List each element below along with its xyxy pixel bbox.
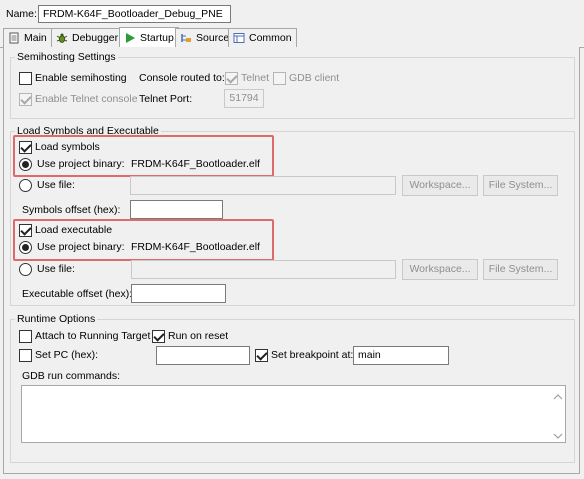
runtime-options-title: Runtime Options [15,312,98,326]
set-pc-label: Set PC (hex): [35,349,99,361]
name-label: Name: [6,8,37,20]
semihosting-title: Semihosting Settings [15,50,118,64]
run-on-reset-label: Run on reset [168,330,229,342]
symbols-workspace-button[interactable]: Workspace... [402,175,478,196]
telnet-port-label: Telnet Port: [139,93,193,105]
gdb-run-commands-label: GDB run commands: [22,370,121,382]
set-pc-checkbox[interactable] [19,349,32,362]
symbols-use-file-radio[interactable] [19,179,32,192]
executable-offset-input[interactable] [131,284,226,303]
main-page-icon [8,32,20,44]
load-executable-checkbox[interactable] [19,224,32,237]
executable-use-project-binary-label: Use project binary: [37,241,125,253]
executable-use-file-radio[interactable] [19,263,32,276]
tab-common-label: Common [249,32,292,44]
symbols-use-project-binary-label: Use project binary: [37,158,125,170]
common-icon [233,32,245,44]
tab-source-label: Source [196,32,230,44]
symbols-filesystem-button[interactable]: File System... [483,175,558,196]
scroll-up-arrow-icon[interactable] [553,391,563,403]
semihosting-group [10,57,575,119]
gdb-client-checkbox[interactable] [273,72,286,85]
set-breakpoint-checkbox[interactable] [255,349,268,362]
tab-debugger-label: Debugger [72,32,119,44]
load-symbols-checkbox[interactable] [19,141,32,154]
telnet-checkbox[interactable] [225,72,238,85]
tab-common[interactable]: Common [228,28,297,47]
source-icon [180,32,192,44]
scroll-down-arrow-icon[interactable] [553,430,563,442]
symbols-offset-input[interactable] [130,200,223,219]
executable-offset-label: Executable offset (hex): [22,288,133,300]
console-routed-label: Console routed to: [139,72,225,84]
tab-main-label: Main [24,32,47,44]
configuration-name-input[interactable]: FRDM-K64F_Bootloader_Debug_PNE [38,5,231,23]
tab-startup-label: Startup [140,32,174,44]
tab-startup[interactable]: Startup [119,27,179,48]
enable-telnet-console-checkbox[interactable] [19,93,32,106]
executable-workspace-button[interactable]: Workspace... [402,259,478,280]
breakpoint-input[interactable]: main [353,346,449,365]
symbols-project-binary-value: FRDM-K64F_Bootloader.elf [131,158,260,170]
load-executable-label: Load executable [35,224,113,236]
attach-running-target-checkbox[interactable] [19,330,32,343]
gdb-commands-scrollbar[interactable] [551,386,565,442]
telnet-port-input[interactable]: 51794 [224,89,264,108]
set-breakpoint-label: Set breakpoint at: [271,349,354,361]
tab-main[interactable]: Main [3,28,52,47]
executable-use-project-binary-radio[interactable] [19,241,32,254]
gdb-client-label: GDB client [289,72,340,84]
enable-telnet-console-label: Enable Telnet console [35,93,138,105]
executable-filesystem-button[interactable]: File System... [483,259,558,280]
run-on-reset-checkbox[interactable] [152,330,165,343]
debugger-bug-icon [56,32,68,44]
executable-file-input[interactable] [131,260,396,279]
attach-running-target-label: Attach to Running Target [35,330,151,342]
executable-use-file-label: Use file: [37,263,75,275]
enable-semihosting-label: Enable semihosting [35,72,127,84]
symbols-use-project-binary-radio[interactable] [19,158,32,171]
tab-debugger[interactable]: Debugger [51,28,124,47]
enable-semihosting-checkbox[interactable] [19,72,32,85]
executable-project-binary-value: FRDM-K64F_Bootloader.elf [131,241,260,253]
load-symbols-label: Load symbols [35,141,100,153]
set-pc-input[interactable] [156,346,250,365]
symbols-offset-label: Symbols offset (hex): [22,204,121,216]
startup-play-icon [124,32,136,44]
telnet-label: Telnet [241,72,270,84]
symbols-use-file-label: Use file: [37,179,75,191]
tab-source[interactable]: Source [175,28,235,47]
gdb-run-commands-textarea[interactable] [21,385,566,443]
symbols-file-input[interactable] [130,176,396,195]
